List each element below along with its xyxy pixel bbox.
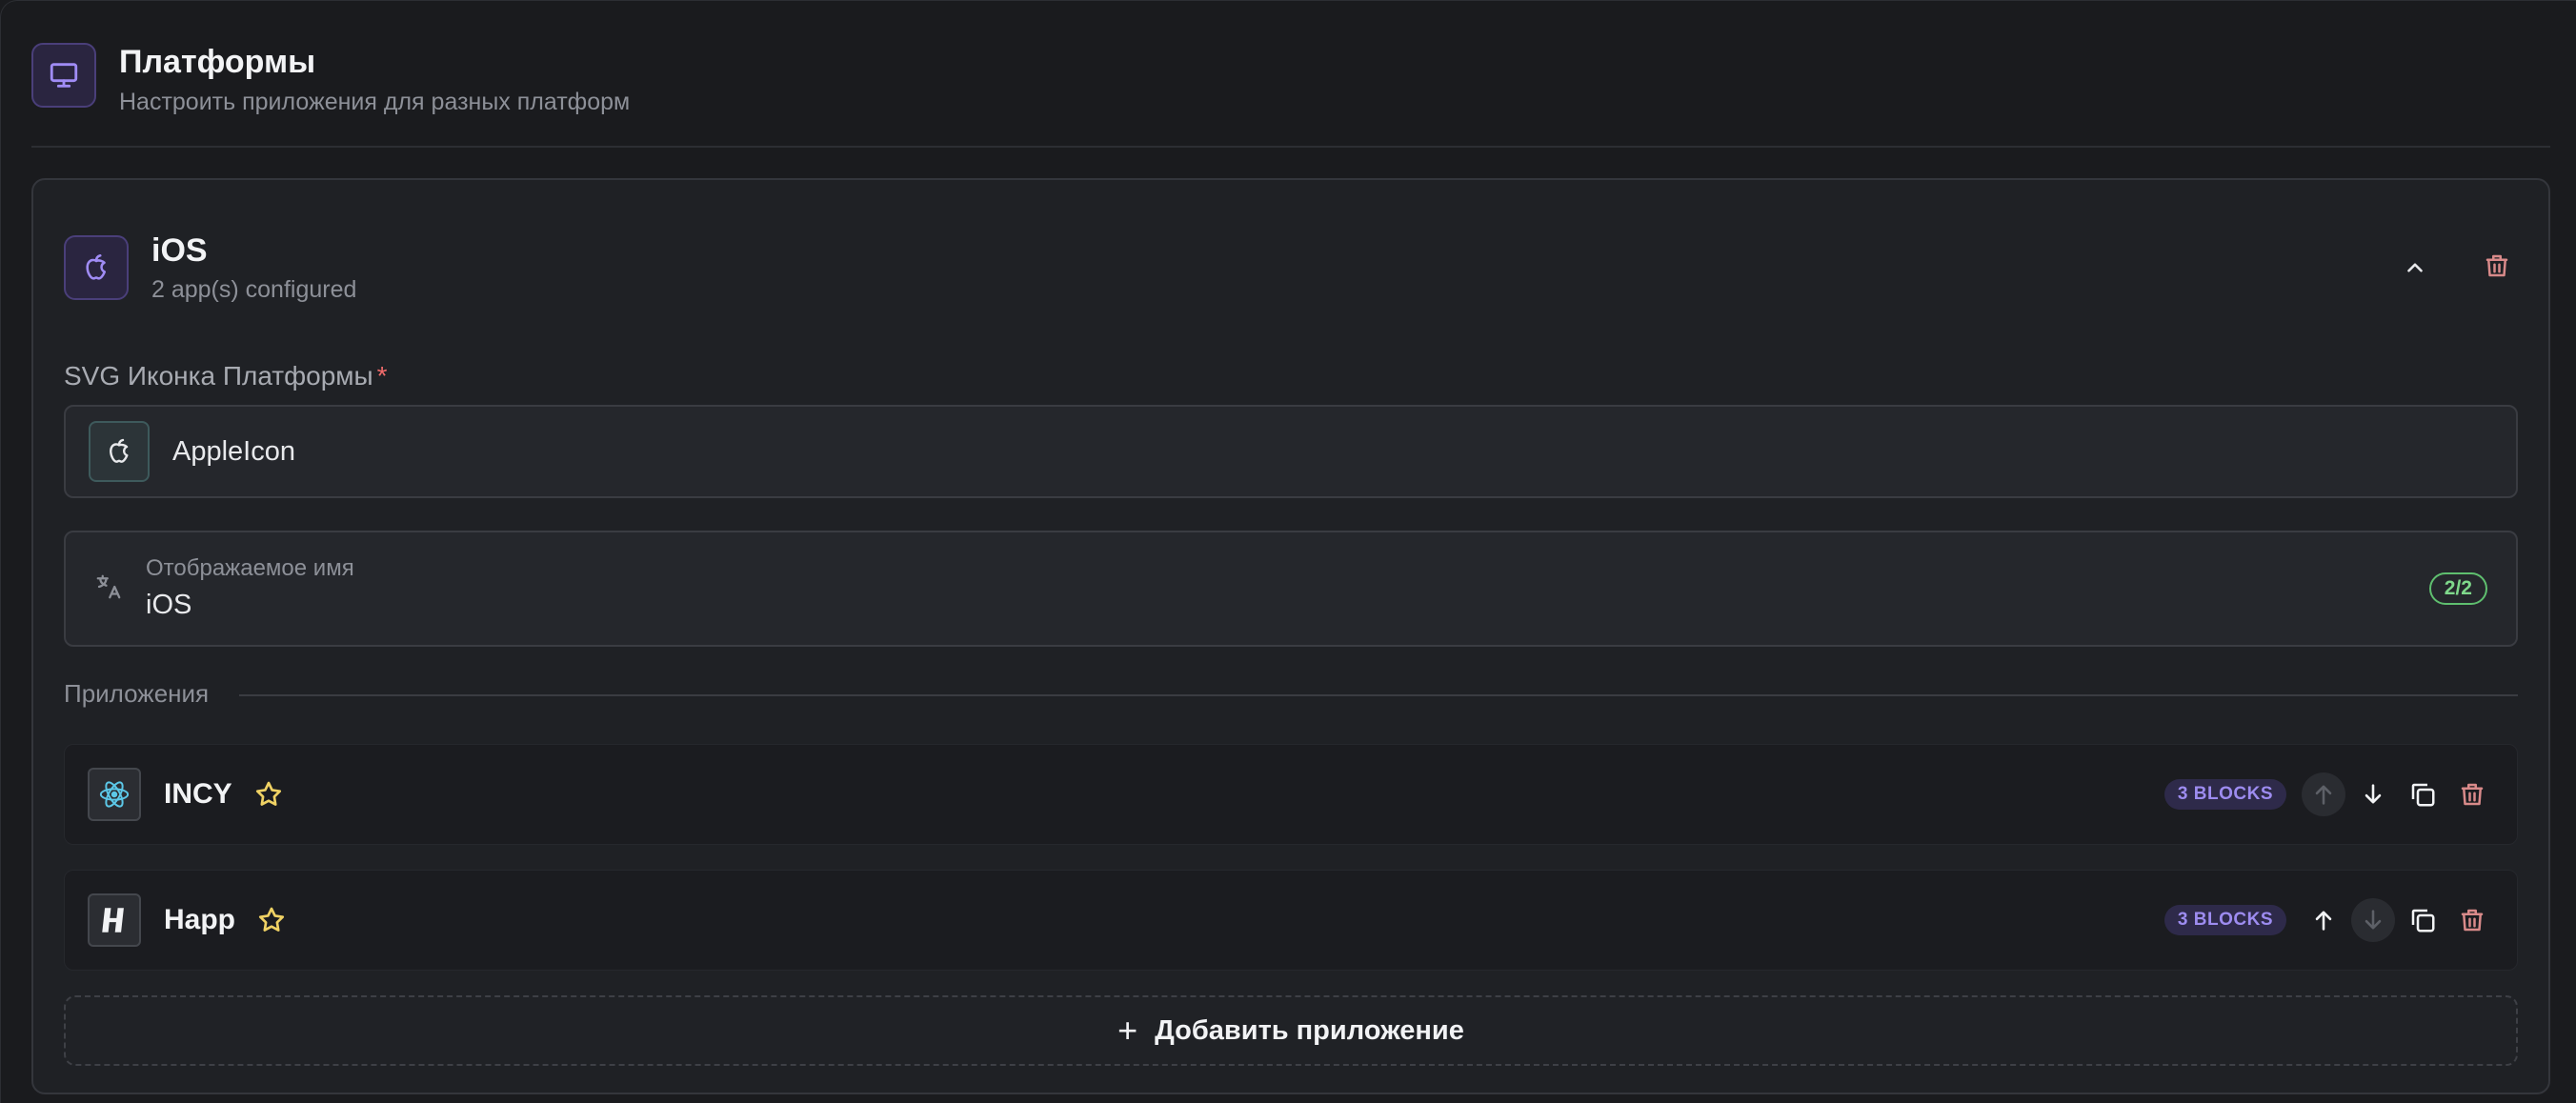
svg-icon-label: SVG Иконка Платформы *	[64, 361, 388, 391]
app-row[interactable]: INCY 3 BLOCKS	[64, 744, 2518, 845]
trash-icon	[2485, 254, 2508, 277]
svg-icon-label-text: SVG Иконка Платформы	[64, 361, 373, 391]
delete-app-button[interactable]	[2450, 898, 2494, 942]
section-title: Платформы	[119, 44, 316, 80]
apps-section-label: Приложения	[64, 679, 210, 708]
move-down-button[interactable]	[2351, 772, 2395, 816]
apps-divider	[239, 694, 2518, 696]
trash-icon	[2461, 909, 2484, 932]
app-name: Happ	[164, 904, 235, 935]
translation-count-badge: 2/2	[2428, 572, 2487, 605]
copy-icon	[2411, 783, 2435, 807]
display-name-label: Отображаемое имя	[146, 555, 354, 581]
divider	[31, 146, 2550, 148]
platform-header: iOS 2 app(s) configured	[64, 231, 356, 304]
display-name-value: iOS	[146, 590, 192, 620]
add-app-button[interactable]: + Добавить приложение	[64, 995, 2518, 1066]
arrow-down-icon	[2365, 784, 2382, 804]
svg-icon-value: AppleIcon	[172, 435, 295, 467]
duplicate-button[interactable]	[2401, 772, 2445, 816]
duplicate-button[interactable]	[2401, 898, 2445, 942]
main-frame: Платформы Настроить приложения для разны…	[0, 0, 2576, 1103]
happ-app-icon	[88, 893, 141, 947]
app-name: INCY	[164, 778, 232, 810]
required-mark: *	[376, 361, 388, 391]
apple-icon	[64, 235, 129, 300]
incy-app-icon	[88, 768, 141, 821]
copy-icon	[2411, 909, 2435, 933]
add-app-label: Добавить приложение	[1155, 1014, 1464, 1046]
blocks-badge: 3 BLOCKS	[2163, 905, 2286, 935]
blocks-badge: 3 BLOCKS	[2163, 779, 2286, 810]
platform-card: iOS 2 app(s) configured SVG Иконка Платф…	[31, 178, 2550, 1094]
platform-subtitle: 2 app(s) configured	[151, 276, 357, 303]
chevron-up-icon	[2407, 263, 2423, 272]
move-up-button[interactable]	[2302, 898, 2345, 942]
collapse-button[interactable]	[2394, 247, 2436, 289]
monitor-icon	[31, 43, 96, 108]
platform-title: iOS	[151, 232, 208, 269]
arrow-up-icon	[2315, 785, 2332, 805]
display-name-field[interactable]: Отображаемое имя iOS 2/2	[64, 531, 2518, 647]
apple-icon-preview	[89, 421, 150, 482]
app-row[interactable]: Happ 3 BLOCKS	[64, 870, 2518, 971]
plus-icon: +	[1117, 1011, 1138, 1050]
arrow-down-icon	[2365, 910, 2382, 930]
svg-icon-select[interactable]: AppleIcon	[64, 405, 2518, 498]
move-down-button[interactable]	[2351, 898, 2395, 942]
favorite-star-icon[interactable]	[253, 779, 284, 810]
section-subtitle: Настроить приложения для разных платформ	[119, 89, 631, 115]
move-up-button[interactable]	[2302, 772, 2345, 816]
trash-icon	[2461, 783, 2484, 806]
delete-app-button[interactable]	[2450, 772, 2494, 816]
section-header: Платформы Настроить приложения для разны…	[31, 43, 630, 117]
favorite-star-icon[interactable]	[256, 905, 287, 935]
translate-icon	[94, 572, 123, 606]
arrow-up-icon	[2315, 911, 2332, 931]
delete-platform-button[interactable]	[2476, 245, 2518, 287]
